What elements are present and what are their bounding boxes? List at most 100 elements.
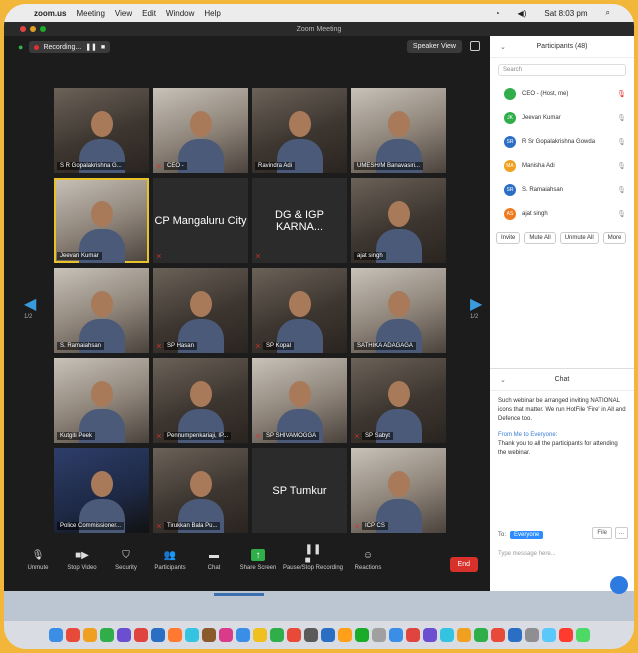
wifi-icon[interactable]: ◔ — [495, 9, 500, 18]
reactions-button[interactable]: ☺ Reactions — [348, 549, 388, 572]
dock-app-icon[interactable] — [65, 628, 80, 642]
dock-app-icon[interactable] — [337, 628, 352, 642]
participants-button[interactable]: 👥 Participants — [150, 549, 190, 572]
chat-input[interactable]: Type message here... — [498, 551, 556, 557]
microphone-icon[interactable]: 🎙 — [617, 138, 626, 146]
shield-icon[interactable]: ● — [18, 42, 23, 52]
close-window-button[interactable] — [20, 26, 26, 32]
microphone-icon[interactable]: 🎙 — [617, 90, 626, 98]
dock-app-icon[interactable] — [286, 628, 301, 642]
dock-app-icon[interactable] — [235, 628, 250, 642]
dock-app-icon[interactable] — [167, 628, 182, 642]
dock-app-icon[interactable] — [303, 628, 318, 642]
dock-app-icon[interactable] — [388, 628, 403, 642]
dock-app-icon[interactable] — [269, 628, 284, 642]
prev-page-arrow-icon[interactable]: ◀ — [24, 294, 36, 314]
pause-icon[interactable]: ❚❚ — [85, 43, 97, 51]
chat-button[interactable]: ▬ Chat — [194, 549, 234, 572]
dock-app-icon[interactable] — [184, 628, 199, 642]
unmute-all-button[interactable]: Unmute All — [559, 232, 599, 244]
video-tile[interactable]: ⨯ SP Sabyt — [351, 358, 446, 443]
dock-app-icon[interactable] — [99, 628, 114, 642]
dock-app-icon[interactable] — [473, 628, 488, 642]
menu-view[interactable]: View — [115, 9, 132, 18]
speaker-view-button[interactable]: Speaker View — [406, 40, 462, 53]
participant-row[interactable]: SR S. Ramaiahsan 🎙 — [490, 178, 634, 202]
security-button[interactable]: ⛉ Security — [106, 549, 146, 572]
volume-icon[interactable]: ◀) — [518, 9, 527, 18]
video-tile[interactable]: Jeevan Kumar — [54, 178, 149, 263]
microphone-icon[interactable]: 🎙 — [617, 210, 626, 218]
zoom-window-button[interactable] — [40, 26, 46, 32]
video-tile[interactable]: Police Commissioner... — [54, 448, 149, 533]
dock-app-icon[interactable] — [524, 628, 539, 642]
recording-indicator[interactable]: Recording... ❚❚ ■ — [29, 41, 111, 53]
video-tile[interactable]: ⨯ SP Hasan — [153, 268, 248, 353]
dock-app-icon[interactable] — [422, 628, 437, 642]
video-tile[interactable]: ⨯ Tirukkan Bala Pu... — [153, 448, 248, 533]
video-tile[interactable]: SATHIKA ADAGAGA — [351, 268, 446, 353]
dock-app-icon[interactable] — [150, 628, 165, 642]
video-tile[interactable]: ajat singh — [351, 178, 446, 263]
more-button[interactable]: More — [602, 232, 627, 244]
video-tile[interactable]: ⨯ ICP CS — [351, 448, 446, 533]
participants-search-input[interactable]: Search — [498, 64, 626, 76]
end-meeting-button[interactable]: End — [449, 557, 478, 572]
collapse-chevron-icon[interactable]: ⌄ — [500, 376, 506, 384]
video-tile[interactable]: S. Ramaiahsan — [54, 268, 149, 353]
participant-row[interactable]: MA Manisha Adi 🎙 — [490, 154, 634, 178]
share-screen-button[interactable]: ↑ Share Screen — [238, 549, 278, 571]
menu-window[interactable]: Window — [166, 9, 194, 18]
dock-app-icon[interactable] — [116, 628, 131, 642]
menu-edit[interactable]: Edit — [142, 9, 156, 18]
dock-app-icon[interactable] — [354, 628, 369, 642]
video-tile[interactable]: SP Tumkur — [252, 448, 347, 533]
dock-app-icon[interactable] — [48, 628, 63, 642]
dock-app-icon[interactable] — [218, 628, 233, 642]
dock-app-icon[interactable] — [456, 628, 471, 642]
next-page-arrow-icon[interactable]: ▶ — [470, 294, 482, 314]
pause-stop-recording-button[interactable]: ❚❚ ■ Pause/Stop Recording — [282, 544, 344, 571]
participant-row[interactable]: SR R Sr Gopalakrishna Gowda 🎙 — [490, 130, 634, 154]
menu-meeting[interactable]: Meeting — [76, 9, 104, 18]
participant-row[interactable]: AS ajat singh 🎙 — [490, 202, 634, 226]
dock-app-icon[interactable] — [252, 628, 267, 642]
dock-app-icon[interactable] — [133, 628, 148, 642]
video-tile[interactable]: ⨯ SP SHIVAMOGGA — [252, 358, 347, 443]
dock-app-icon[interactable] — [439, 628, 454, 642]
dock-app-icon[interactable] — [490, 628, 505, 642]
chat-more-button[interactable]: ... — [614, 527, 628, 539]
collapse-chevron-icon[interactable]: ⌄ — [500, 43, 506, 51]
stop-video-button[interactable]: ■▶ Stop Video — [62, 549, 102, 572]
participant-row[interactable]: CEO - (Host, me) 🎙 — [490, 82, 634, 106]
video-tile[interactable]: UMESH/M Banavasiri... — [351, 88, 446, 173]
menu-app-name[interactable]: zoom.us — [34, 9, 66, 18]
dock-app-icon[interactable] — [371, 628, 386, 642]
video-tile[interactable]: Ravindra Adi — [252, 88, 347, 173]
file-button[interactable]: File — [592, 527, 612, 539]
video-tile[interactable]: ⨯ SP Kopal — [252, 268, 347, 353]
video-tile[interactable]: ⨯ CEO - — [153, 88, 248, 173]
fullscreen-icon[interactable] — [470, 41, 480, 51]
video-tile[interactable]: S R Gopalakrishna G... — [54, 88, 149, 173]
dock-app-icon[interactable] — [558, 628, 573, 642]
participant-row[interactable]: JK Jeevan Kumar 🎙 — [490, 106, 634, 130]
menu-help[interactable]: Help — [204, 9, 220, 18]
stop-icon[interactable]: ■ — [101, 44, 105, 51]
video-tile[interactable]: Kutgiti Peek — [54, 358, 149, 443]
clock[interactable]: Sat 8:03 pm — [544, 9, 587, 18]
microphone-icon[interactable]: 🎙 — [617, 186, 626, 194]
video-tile[interactable]: DG & IGP KARNA... ⨯ — [252, 178, 347, 263]
dock-app-icon[interactable] — [320, 628, 335, 642]
dock-app-icon[interactable] — [507, 628, 522, 642]
minimize-window-button[interactable] — [30, 26, 36, 32]
microphone-icon[interactable]: 🎙 — [617, 162, 626, 170]
microphone-icon[interactable]: 🎙 — [617, 114, 626, 122]
recipient-dropdown[interactable]: Everyone — [510, 531, 544, 539]
dock-app-icon[interactable] — [82, 628, 97, 642]
dock-app-icon[interactable] — [541, 628, 556, 642]
mute-all-button[interactable]: Mute All — [524, 232, 556, 244]
search-icon[interactable]: ⌕ — [606, 8, 610, 18]
dock-app-icon[interactable] — [575, 628, 590, 642]
floating-action-icon[interactable] — [610, 576, 628, 594]
